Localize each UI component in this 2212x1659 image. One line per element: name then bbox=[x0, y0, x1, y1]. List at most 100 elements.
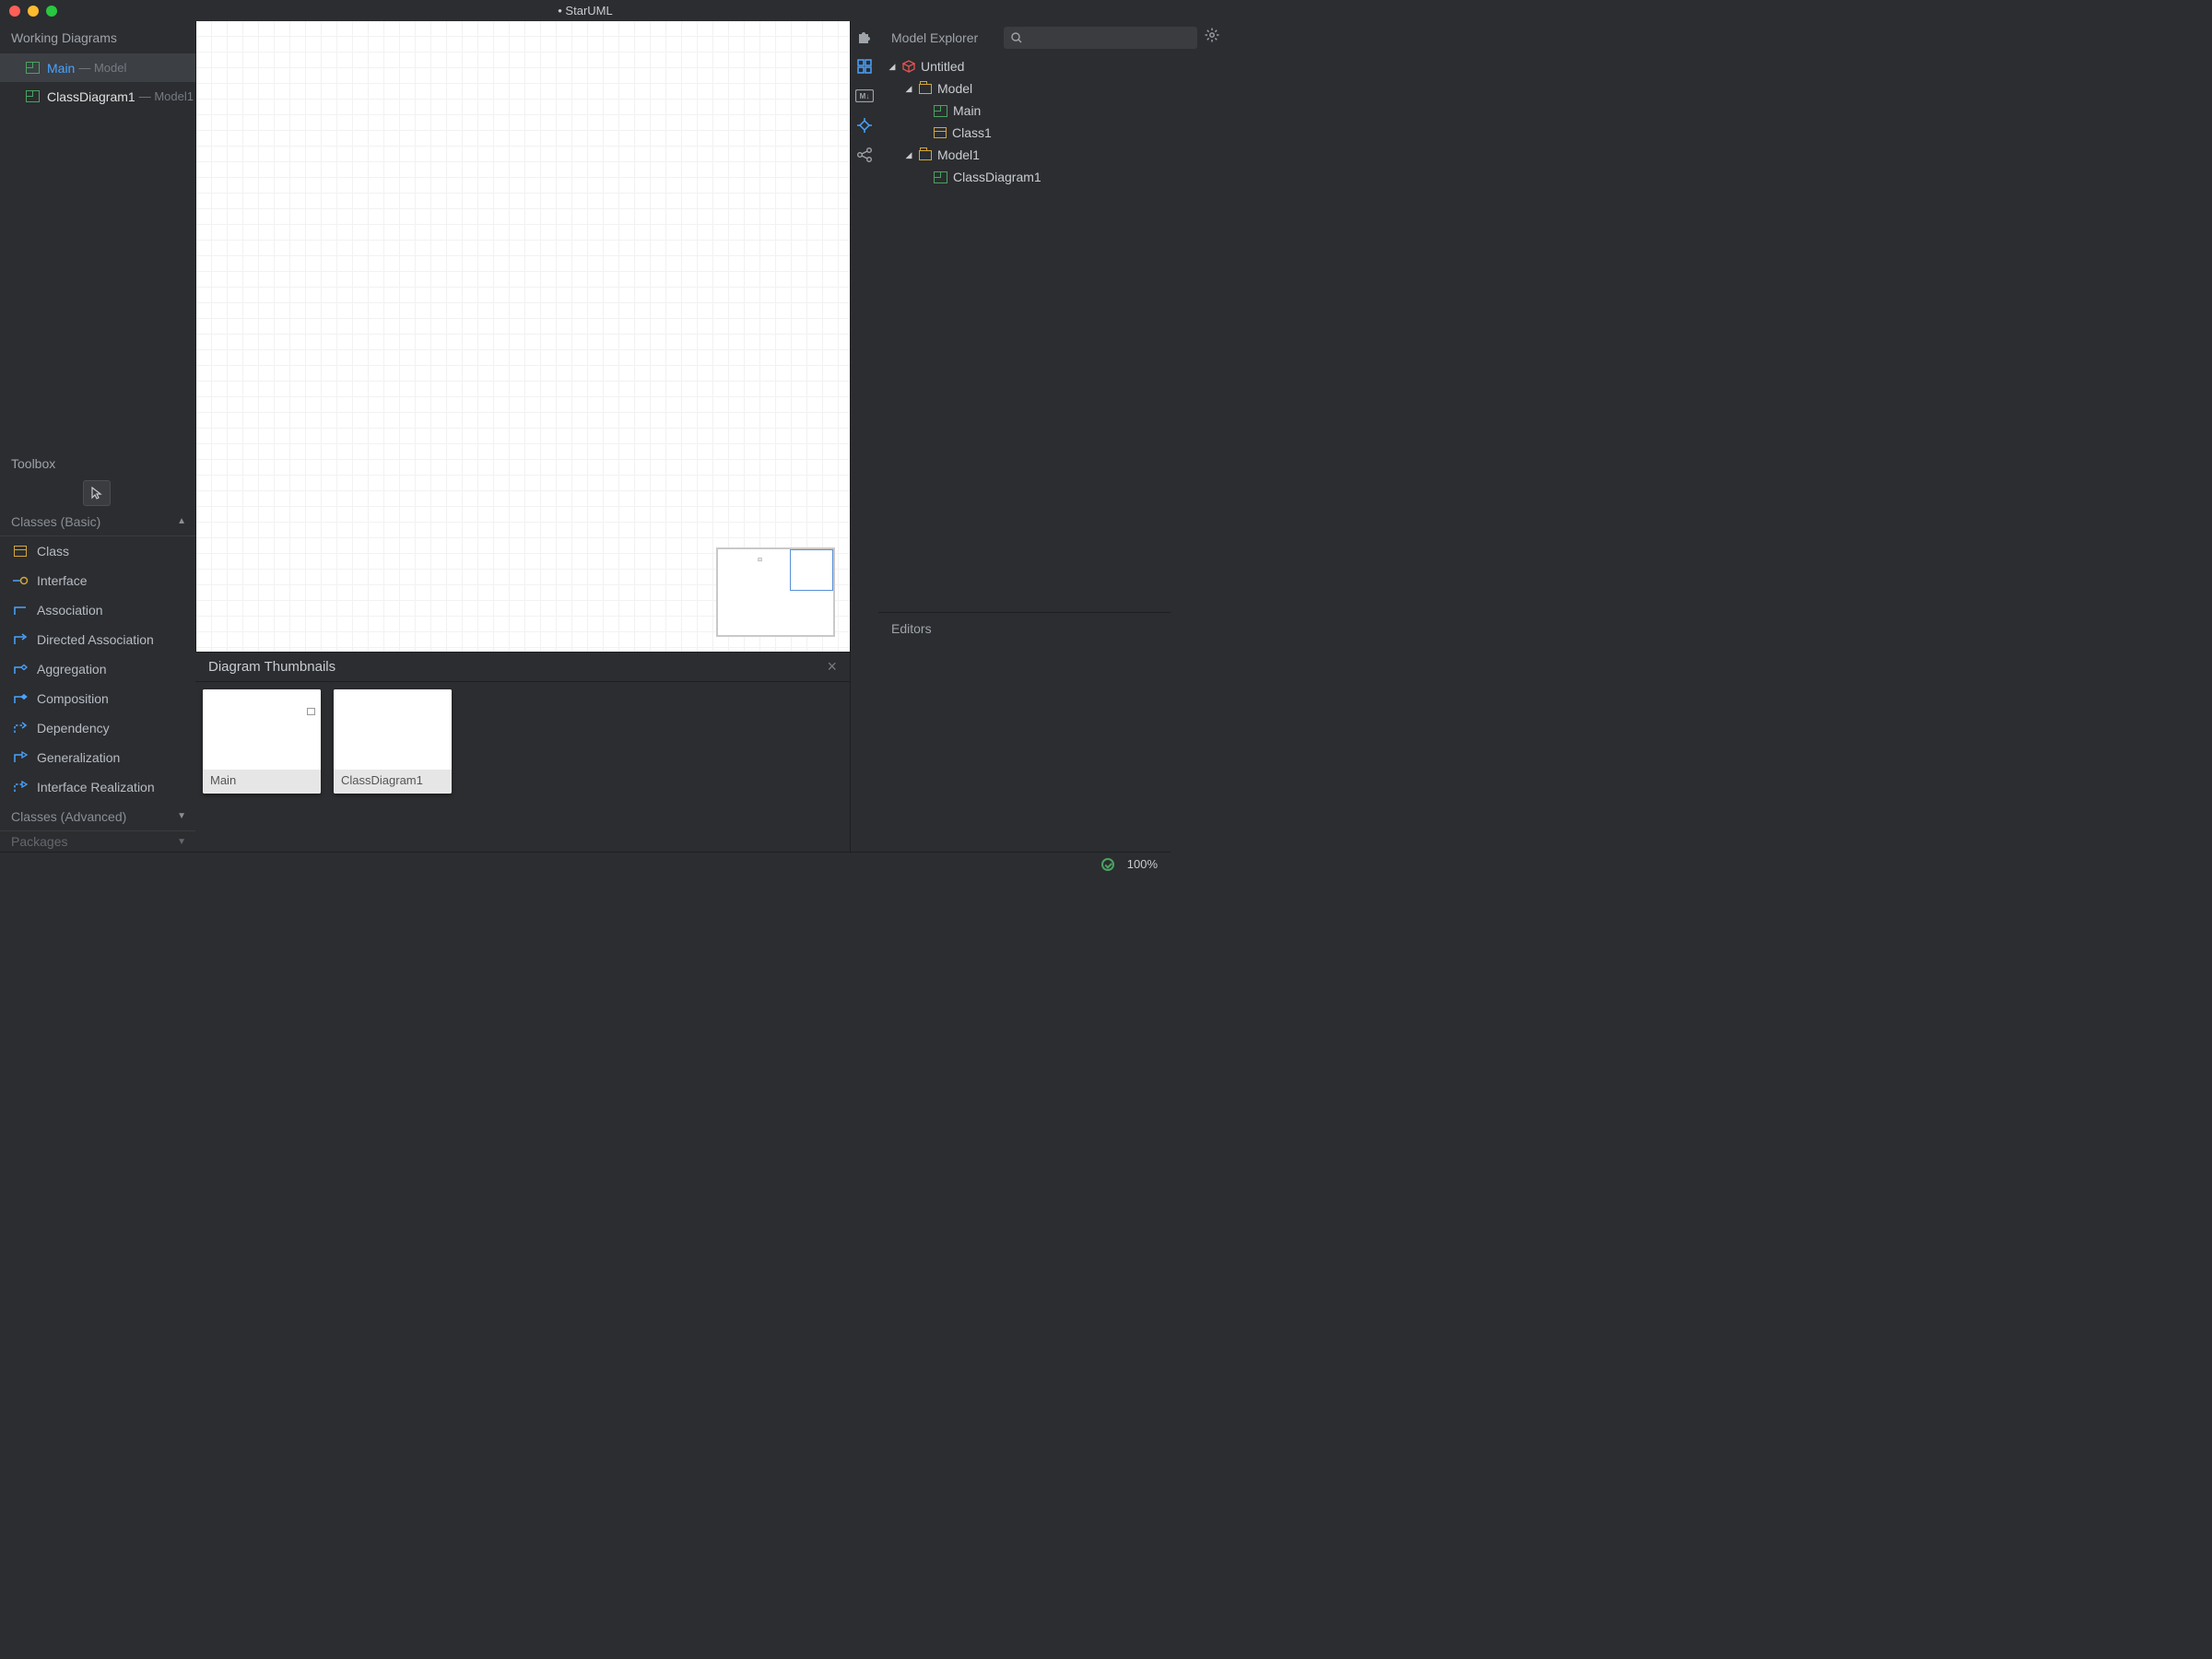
search-input[interactable] bbox=[1028, 30, 1190, 44]
window-controls bbox=[0, 6, 57, 17]
toolbox-item-label: Generalization bbox=[37, 750, 120, 765]
gear-icon bbox=[1205, 28, 1219, 42]
minimap-mark: ⊟ bbox=[758, 557, 762, 563]
tree-label: Untitled bbox=[921, 59, 964, 74]
close-window-button[interactable] bbox=[9, 6, 20, 17]
settings-button[interactable] bbox=[1205, 28, 1219, 47]
toolbox-item-interface[interactable]: Interface bbox=[0, 566, 195, 595]
toolbox-section-label: Classes (Advanced) bbox=[11, 809, 126, 824]
relationship-tool[interactable] bbox=[854, 145, 875, 165]
model-explorer-tree: ◢ Untitled ◢ Model Main Class1 ◢ Model1 bbox=[878, 53, 1171, 188]
minimap-tool[interactable] bbox=[854, 115, 875, 135]
status-bar: 100% bbox=[0, 852, 1171, 876]
working-diagrams-list: Main — Model ClassDiagram1 — Model1 bbox=[0, 53, 195, 111]
search-icon bbox=[1011, 32, 1022, 43]
collapse-icon: ▲ bbox=[177, 516, 186, 526]
toolbox-item-label: Association bbox=[37, 603, 103, 618]
chevron-down-icon[interactable]: ◢ bbox=[888, 62, 897, 72]
extension-tool[interactable] bbox=[854, 27, 875, 47]
tree-node-untitled[interactable]: ◢ Untitled bbox=[878, 55, 1167, 77]
directed-association-icon bbox=[13, 632, 28, 647]
target-icon bbox=[856, 117, 873, 134]
toolbox-item-label: Dependency bbox=[37, 721, 110, 735]
tree-label: Model1 bbox=[937, 147, 980, 162]
model-explorer-search[interactable] bbox=[1004, 27, 1197, 49]
grid-icon bbox=[857, 59, 872, 74]
toolbox-section-label: Classes (Basic) bbox=[11, 514, 100, 529]
thumbnails-tool[interactable] bbox=[854, 56, 875, 76]
close-thumbnails-button[interactable]: × bbox=[827, 657, 837, 677]
markdown-tool[interactable]: M↓ bbox=[854, 86, 875, 106]
thumbnail-classdiagram1[interactable]: ClassDiagram1 bbox=[334, 689, 452, 794]
toolbox-item-label: Directed Association bbox=[37, 632, 154, 647]
expand-icon: ▼ bbox=[177, 811, 186, 821]
toolbox-section-next[interactable]: Packages ▼ bbox=[0, 831, 195, 852]
toolbox-item-composition[interactable]: Composition bbox=[0, 684, 195, 713]
toolbox-section-label: Packages bbox=[11, 834, 67, 849]
title-bar: • StarUML bbox=[0, 0, 1171, 21]
fullscreen-window-button[interactable] bbox=[46, 6, 57, 17]
toolbox-item-label: Composition bbox=[37, 691, 109, 706]
tree-node-model[interactable]: ◢ Model bbox=[878, 77, 1167, 100]
minimize-window-button[interactable] bbox=[28, 6, 39, 17]
toolbox-item-label: Aggregation bbox=[37, 662, 107, 677]
package-icon bbox=[919, 84, 932, 94]
diagram-thumbnails-panel: Diagram Thumbnails × Main ClassDiagram1 bbox=[195, 652, 850, 852]
svg-text:M↓: M↓ bbox=[860, 92, 870, 100]
working-diagram-name: Main bbox=[47, 61, 75, 76]
tree-label: Class1 bbox=[952, 125, 992, 140]
toolbox-item-label: Class bbox=[37, 544, 69, 559]
toolbox-section-classes-basic[interactable]: Classes (Basic) ▲ bbox=[0, 507, 195, 536]
chevron-down-icon[interactable]: ◢ bbox=[904, 84, 913, 94]
minimap[interactable]: ⊟ bbox=[716, 547, 835, 637]
selection-tool-button[interactable] bbox=[83, 480, 111, 506]
tree-label: Main bbox=[953, 103, 981, 118]
tree-node-classdiagram1[interactable]: ClassDiagram1 bbox=[878, 166, 1167, 188]
working-diagram-classdiagram1[interactable]: ClassDiagram1 — Model1 bbox=[0, 82, 195, 111]
toolbox-header: Toolbox bbox=[0, 448, 195, 479]
working-diagram-main[interactable]: Main — Model bbox=[0, 53, 195, 82]
minimap-viewport[interactable] bbox=[790, 549, 833, 591]
tree-label: ClassDiagram1 bbox=[953, 170, 1041, 184]
toolbox-item-dependency[interactable]: Dependency bbox=[0, 713, 195, 743]
diagram-canvas-container: ⊟ bbox=[195, 21, 850, 652]
working-diagram-context: — Model bbox=[78, 61, 126, 75]
editors-header: Editors bbox=[878, 612, 1171, 644]
chevron-down-icon[interactable]: ◢ bbox=[904, 150, 913, 160]
class-diagram-icon bbox=[934, 105, 947, 117]
interface-icon bbox=[13, 573, 28, 588]
toolbox-item-interface-realization[interactable]: Interface Realization bbox=[0, 772, 195, 802]
interface-realization-icon bbox=[13, 780, 28, 794]
model-explorer-header: Model Explorer bbox=[891, 30, 978, 45]
tree-label: Model bbox=[937, 81, 972, 96]
tree-node-main[interactable]: Main bbox=[878, 100, 1167, 122]
zoom-level[interactable]: 100% bbox=[1127, 857, 1158, 871]
toolbox-item-association[interactable]: Association bbox=[0, 595, 195, 625]
thumbnail-label: ClassDiagram1 bbox=[334, 770, 452, 794]
class-diagram-icon bbox=[26, 62, 40, 74]
thumbnail-main[interactable]: Main bbox=[203, 689, 321, 794]
markdown-icon: M↓ bbox=[855, 89, 874, 102]
generalization-icon bbox=[13, 750, 28, 765]
tree-node-class1[interactable]: Class1 bbox=[878, 122, 1167, 144]
toolbox-item-directed-association[interactable]: Directed Association bbox=[0, 625, 195, 654]
association-icon bbox=[13, 603, 28, 618]
expand-icon: ▼ bbox=[177, 837, 186, 847]
toolbox-item-label: Interface Realization bbox=[37, 780, 155, 794]
working-diagram-name: ClassDiagram1 bbox=[47, 89, 135, 104]
toolbox-item-generalization[interactable]: Generalization bbox=[0, 743, 195, 772]
class-icon bbox=[13, 544, 28, 559]
composition-icon bbox=[13, 691, 28, 706]
thumbnail-label: Main bbox=[203, 770, 321, 794]
working-diagrams-header: Working Diagrams bbox=[0, 21, 195, 53]
toolbox-items-basic: Class Interface Association Directed Ass… bbox=[0, 536, 195, 802]
diagram-thumbnails-title: Diagram Thumbnails bbox=[208, 659, 335, 675]
tree-node-model1[interactable]: ◢ Model1 bbox=[878, 144, 1167, 166]
toolbox-item-label: Interface bbox=[37, 573, 87, 588]
window-title: • StarUML bbox=[558, 4, 612, 18]
class-diagram-icon bbox=[934, 171, 947, 183]
dependency-icon bbox=[13, 721, 28, 735]
toolbox-item-aggregation[interactable]: Aggregation bbox=[0, 654, 195, 684]
toolbox-section-classes-advanced[interactable]: Classes (Advanced) ▼ bbox=[0, 802, 195, 831]
toolbox-item-class[interactable]: Class bbox=[0, 536, 195, 566]
